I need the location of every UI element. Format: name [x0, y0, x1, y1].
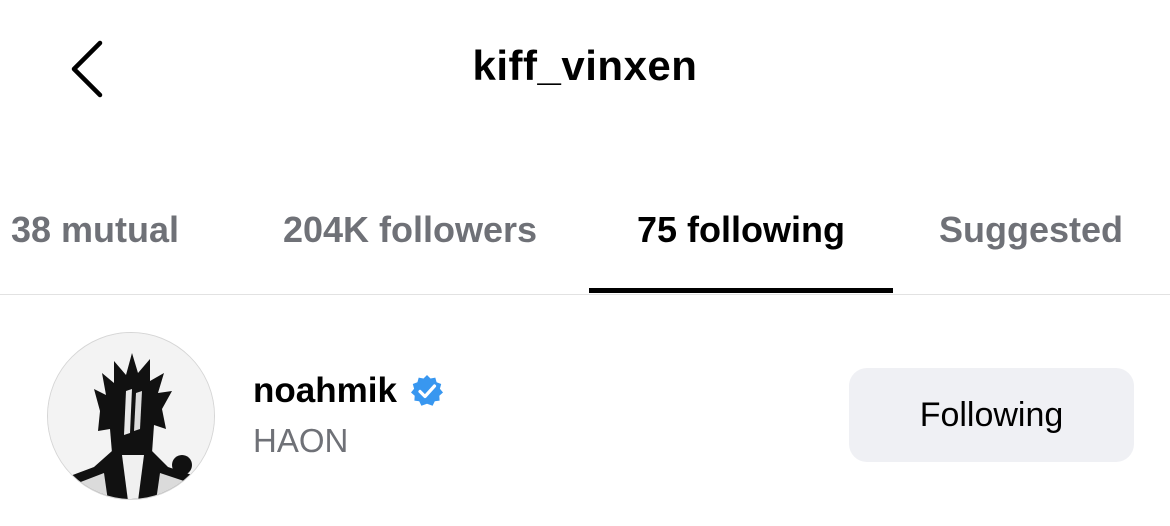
tab-mutual[interactable]: 38 mutual — [0, 200, 190, 294]
page-title: kiff_vinxen — [472, 42, 698, 89]
profile-avatar-image — [48, 333, 214, 499]
tab-suggested[interactable]: Suggested — [925, 200, 1137, 294]
avatar[interactable] — [47, 332, 215, 500]
list-item[interactable]: noahmik HAON Following — [0, 294, 1170, 526]
following-button[interactable]: Following — [849, 368, 1134, 462]
username-line: noahmik — [253, 368, 445, 414]
verified-badge-icon — [410, 375, 443, 406]
tab-bar: 38 mutual 204K followers 75 following Su… — [0, 200, 1170, 295]
tab-following[interactable]: 75 following — [589, 200, 893, 294]
following-list-screen: kiff_vinxen 38 mutual 204K followers 75 … — [0, 0, 1170, 526]
tab-followers[interactable]: 204K followers — [262, 200, 558, 294]
full-name: HAON — [253, 422, 349, 459]
active-tab-indicator — [589, 288, 893, 293]
username[interactable]: noahmik — [253, 369, 397, 413]
